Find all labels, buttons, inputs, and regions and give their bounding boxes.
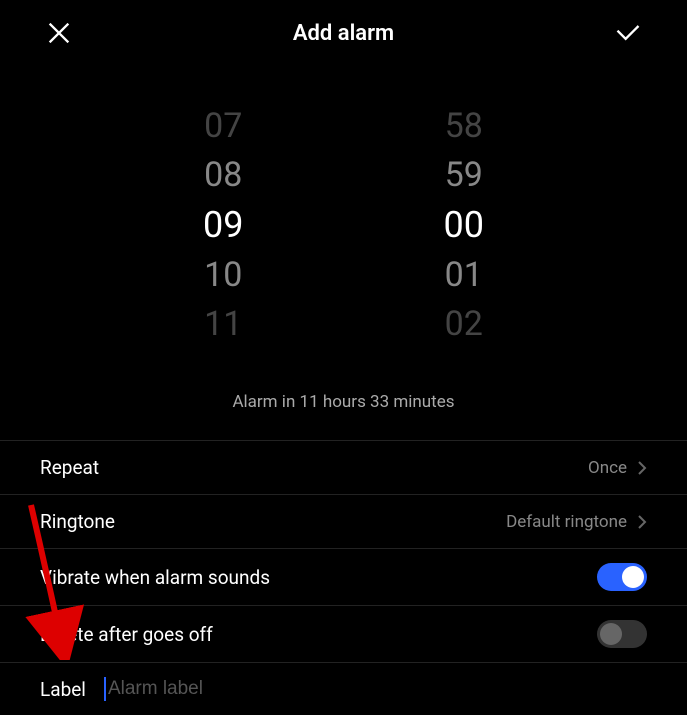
minute-option[interactable]: 59 (445, 155, 483, 196)
ringtone-value: Default ringtone (506, 512, 627, 532)
minute-selected[interactable]: 00 (444, 204, 484, 247)
confirm-icon[interactable] (613, 18, 643, 48)
delete-after-row: Delete after goes off (0, 606, 687, 663)
repeat-label: Repeat (40, 456, 99, 479)
minute-picker[interactable]: 58 59 00 01 02 (444, 106, 484, 344)
label-label: Label (40, 678, 86, 701)
ringtone-row[interactable]: Ringtone Default ringtone (0, 495, 687, 549)
close-icon[interactable] (44, 18, 74, 48)
chevron-right-icon (637, 460, 647, 476)
minute-option[interactable]: 02 (445, 304, 483, 345)
hour-option[interactable]: 07 (204, 106, 242, 147)
minute-option[interactable]: 01 (445, 255, 483, 296)
ringtone-label: Ringtone (40, 510, 115, 533)
hour-option[interactable]: 10 (204, 255, 242, 296)
label-row: Label (0, 663, 687, 715)
hour-selected[interactable]: 09 (203, 204, 243, 247)
delete-after-label: Delete after goes off (40, 623, 213, 646)
chevron-right-icon (637, 514, 647, 530)
label-input[interactable] (104, 677, 353, 701)
vibrate-row: Vibrate when alarm sounds (0, 549, 687, 606)
minute-option[interactable]: 58 (445, 106, 483, 147)
page-title: Add alarm (293, 21, 394, 46)
hour-option[interactable]: 08 (204, 155, 242, 196)
alarm-countdown: Alarm in 11 hours 33 minutes (0, 374, 687, 440)
vibrate-label: Vibrate when alarm sounds (40, 566, 270, 589)
hour-picker[interactable]: 07 08 09 10 11 (203, 106, 243, 344)
vibrate-toggle[interactable] (597, 563, 647, 591)
repeat-value: Once (588, 458, 627, 478)
hour-option[interactable]: 11 (204, 304, 242, 345)
delete-after-toggle[interactable] (597, 620, 647, 648)
time-picker[interactable]: 07 08 09 10 11 58 59 00 01 02 (0, 66, 687, 374)
repeat-row[interactable]: Repeat Once (0, 441, 687, 495)
